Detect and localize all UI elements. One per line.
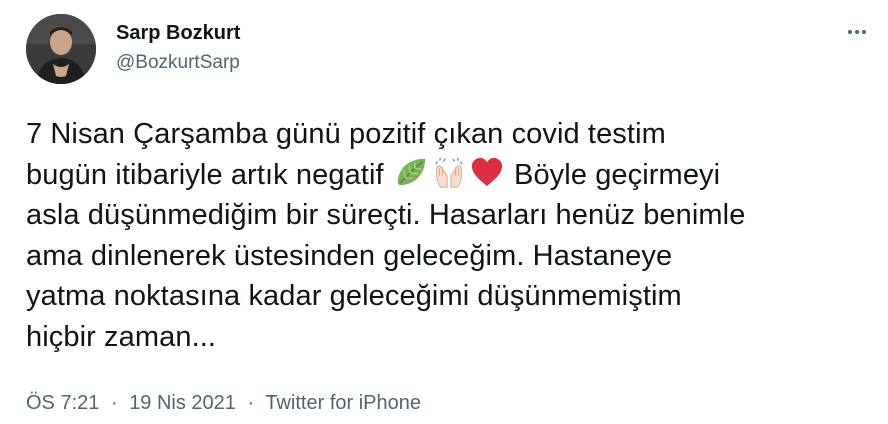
meta-separator: · <box>110 392 118 414</box>
tweet-line: bugün itibariyle artık negatif Böyle geç… <box>26 155 866 196</box>
tweet-metadata: ÖS 7:21 · 19 Nis 2021 · Twitter for iPho… <box>26 390 421 416</box>
more-options-icon[interactable] <box>840 22 874 42</box>
tweet-text: 7 Nisan Çarşamba günü pozitif çıkan covi… <box>26 114 866 357</box>
tweet-line-text: bugün itibariyle artık negatif <box>26 158 384 191</box>
tweet-line: hiçbir zaman... <box>26 320 217 353</box>
tweet-line: ama dinlenerek üstesinden geleceğim. Has… <box>26 239 673 272</box>
red-heart-icon <box>470 155 504 189</box>
profile-photo <box>26 14 96 84</box>
tweet-line: 7 Nisan Çarşamba günü pozitif çıkan covi… <box>26 118 666 150</box>
author-display-name[interactable]: Sarp Bozkurt <box>116 20 240 46</box>
tweet-line: asla düşünmediğim bir süreçti. Hasarları… <box>26 199 746 231</box>
leaf-icon <box>394 155 428 189</box>
meta-separator: · <box>247 392 255 414</box>
more-dot <box>848 30 852 34</box>
avatar[interactable] <box>26 14 96 84</box>
tweet-time[interactable]: ÖS 7:21 <box>26 392 99 414</box>
more-dot <box>855 30 859 34</box>
tweet-card: Sarp Bozkurt @BozkurtSarp 7 Nisan Çarşam… <box>0 0 888 424</box>
tweet-source[interactable]: Twitter for iPhone <box>265 392 421 414</box>
tweet-line-text: Böyle geçirmeyi <box>514 158 721 191</box>
raising-hands-icon <box>432 155 466 189</box>
more-dot <box>862 30 866 34</box>
tweet-date[interactable]: 19 Nis 2021 <box>129 392 236 414</box>
author-info: Sarp Bozkurt @BozkurtSarp <box>116 20 240 76</box>
author-handle[interactable]: @BozkurtSarp <box>116 50 240 76</box>
tweet-line: yatma noktasına kadar geleceğimi düşünme… <box>26 280 682 312</box>
